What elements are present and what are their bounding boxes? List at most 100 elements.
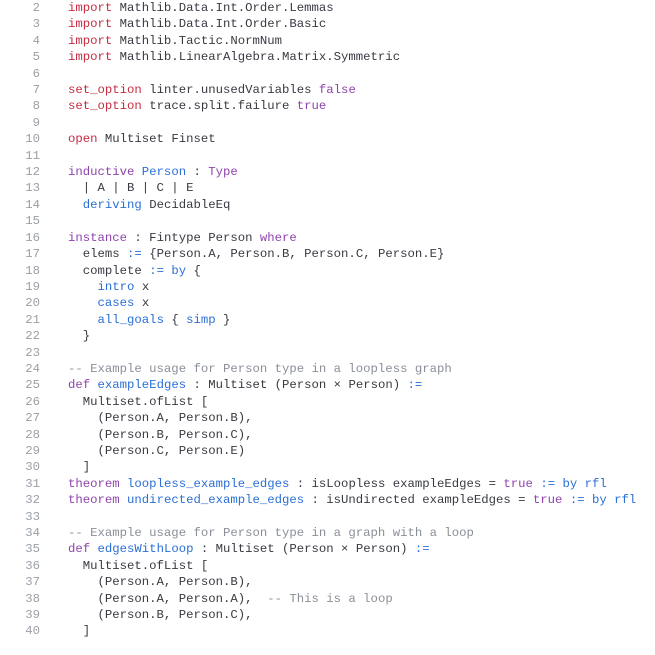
line-number: 29 [0,443,68,459]
line-number: 20 [0,295,68,311]
line-number: 21 [0,312,68,328]
line-number: 31 [0,476,68,492]
line-number: 37 [0,574,68,590]
line-number: 22 [0,328,68,344]
code-content: open Multiset Finset [68,131,216,147]
token: -- This is a loop [267,592,392,606]
token: undirected_example_edges [127,493,304,507]
token: : Multiset (Person × Person) [186,378,407,392]
token: Mathlib.Data.Int.Order.Lemmas [120,1,334,15]
token: : isLoopless exampleEdges = [289,477,503,491]
token: := by [149,264,186,278]
token: {Person.A, Person.B, Person.C, Person.E} [142,247,445,261]
code-line: 22 } [0,328,655,344]
code-content: -- Example usage for Person type in a gr… [68,525,474,541]
code-line: 10open Multiset Finset [0,131,655,147]
code-content: Multiset.ofList [ [68,558,208,574]
code-content: import Mathlib.LinearAlgebra.Matrix.Symm… [68,49,400,65]
code-line: 32theorem undirected_example_edges : isU… [0,492,655,508]
code-line: 18 complete := by { [0,263,655,279]
line-number: 38 [0,591,68,607]
code-line: 17 elems := {Person.A, Person.B, Person.… [0,246,655,262]
token: linter.unusedVariables [149,83,319,97]
token: Mathlib.LinearAlgebra.Matrix.Symmetric [120,50,400,64]
token: open [68,132,105,146]
token: elems [68,247,127,261]
code-content: (Person.A, Person.B), [68,410,252,426]
token: intro [98,280,135,294]
code-line: 25def exampleEdges : Multiset (Person × … [0,377,655,393]
line-number: 6 [0,66,68,82]
code-content: (Person.B, Person.C), [68,427,252,443]
token: exampleEdges [98,378,187,392]
code-line: 34-- Example usage for Person type in a … [0,525,655,541]
line-number: 39 [0,607,68,623]
line-number: 3 [0,16,68,32]
code-content: ] [68,623,90,639]
token: set_option [68,99,149,113]
code-line: 39 (Person.B, Person.C), [0,607,655,623]
token: Multiset.ofList [ [68,559,208,573]
code-line: 14 deriving DecidableEq [0,197,655,213]
token [68,198,83,212]
line-number: 24 [0,361,68,377]
token: := [407,378,422,392]
code-content: def exampleEdges : Multiset (Person × Pe… [68,377,422,393]
token: -- Example usage for Person type in a lo… [68,362,452,376]
token: DecidableEq [149,198,230,212]
token: := [415,542,430,556]
code-line: 16instance : Fintype Person where [0,230,655,246]
line-number: 27 [0,410,68,426]
code-content: | A | B | C | E [68,180,193,196]
code-editor: 2import Mathlib.Data.Int.Order.Lemmas3im… [0,0,655,640]
token: import [68,34,120,48]
code-line: 26 Multiset.ofList [ [0,394,655,410]
token: -- Example usage for Person type in a gr… [68,526,474,540]
line-number: 10 [0,131,68,147]
code-line: 6 [0,66,655,82]
code-content: elems := {Person.A, Person.B, Person.C, … [68,246,444,262]
token: (Person.B, Person.C), [68,428,252,442]
code-line: 19 intro x [0,279,655,295]
code-content: -- Example usage for Person type in a lo… [68,361,452,377]
code-content: theorem undirected_example_edges : isUnd… [68,492,636,508]
line-number: 8 [0,98,68,114]
line-number: 30 [0,459,68,475]
code-content: all_goals { simp } [68,312,230,328]
token: theorem [68,493,127,507]
token: true [533,493,563,507]
token: (Person.A, Person.B), [68,575,252,589]
line-number: 17 [0,246,68,262]
token: ] [68,460,90,474]
token [68,313,98,327]
token: def [68,542,98,556]
code-content: def edgesWithLoop : Multiset (Person × P… [68,541,430,557]
code-line: 11 [0,148,655,164]
line-number: 18 [0,263,68,279]
code-content: Multiset.ofList [ [68,394,208,410]
code-line: 28 (Person.B, Person.C), [0,427,655,443]
code-line: 35def edgesWithLoop : Multiset (Person ×… [0,541,655,557]
code-content: set_option trace.split.failure true [68,98,326,114]
token: : [186,165,208,179]
token: deriving [83,198,149,212]
line-number: 26 [0,394,68,410]
line-number: 11 [0,148,68,164]
token: x [134,280,149,294]
code-content: theorem loopless_example_edges : isLoopl… [68,476,607,492]
line-number: 36 [0,558,68,574]
token: loopless_example_edges [127,477,289,491]
token: theorem [68,477,127,491]
line-number: 40 [0,623,68,639]
code-content: inductive Person : Type [68,164,238,180]
token [68,280,98,294]
line-number: 9 [0,115,68,131]
line-number: 5 [0,49,68,65]
line-number: 28 [0,427,68,443]
line-number: 12 [0,164,68,180]
token: import [68,1,120,15]
code-line: 37 (Person.A, Person.B), [0,574,655,590]
token: } [216,313,231,327]
token: : Multiset (Person × Person) [193,542,414,556]
code-line: 2import Mathlib.Data.Int.Order.Lemmas [0,0,655,16]
